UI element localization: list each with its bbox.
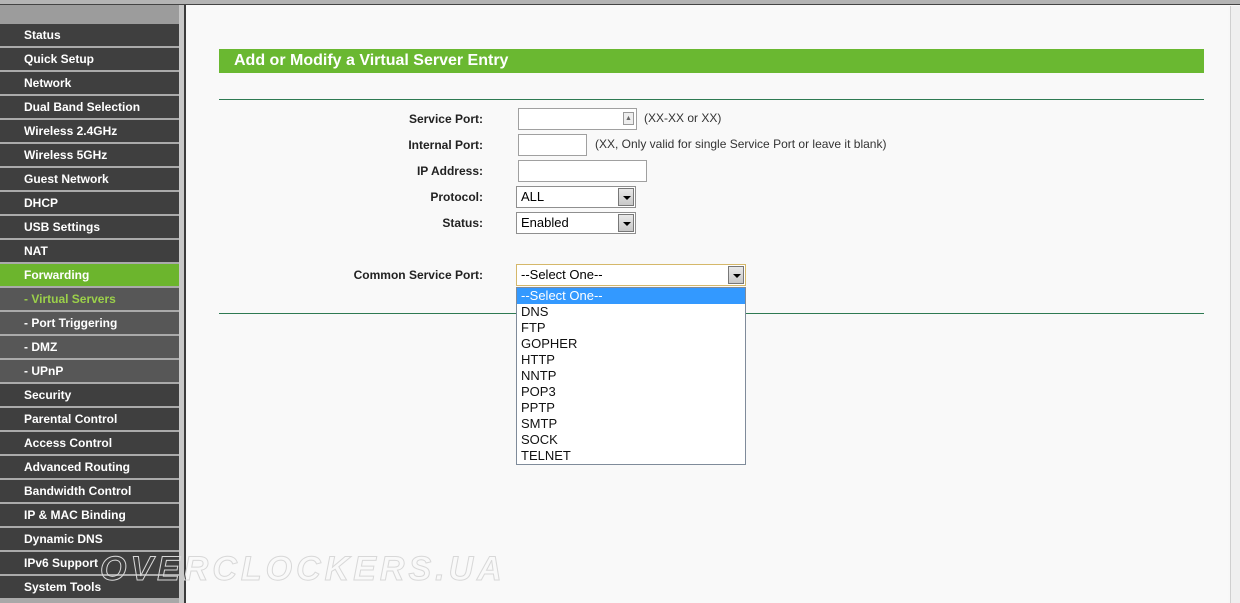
- protocol-value: ALL: [521, 189, 545, 204]
- sidebar-item-access-control[interactable]: Access Control: [0, 432, 181, 456]
- dropdown-option[interactable]: --Select One--: [517, 288, 745, 304]
- protocol-label: Protocol:: [430, 190, 483, 204]
- sidebar-item-nat[interactable]: NAT: [0, 240, 181, 264]
- dropdown-option[interactable]: SMTP: [517, 416, 745, 432]
- sidebar-item-forwarding[interactable]: Forwarding: [0, 264, 181, 288]
- ip-address-label: IP Address:: [416, 164, 483, 178]
- sidebar-header: [0, 5, 184, 24]
- service-port-row: Service Port: ▲ (XX-XX or XX): [188, 108, 1188, 130]
- status-label: Status:: [442, 216, 483, 230]
- common-service-port-dropdown: --Select One-- DNS FTP GOPHER HTTP NNTP POP3 PP…: [516, 287, 746, 465]
- watermark: OVERCLOCKERS.UA: [100, 550, 506, 589]
- sidebar-item-guest-network[interactable]: Guest Network: [0, 168, 181, 192]
- sidebar-item-status[interactable]: Status: [0, 24, 181, 48]
- dropdown-option[interactable]: PPTP: [517, 400, 745, 416]
- sidebar-item-dynamic-dns[interactable]: Dynamic DNS: [0, 528, 181, 552]
- dropdown-option[interactable]: FTP: [517, 320, 745, 336]
- dropdown-option[interactable]: HTTP: [517, 352, 745, 368]
- sidebar-item-dmz[interactable]: - DMZ: [0, 336, 181, 360]
- common-service-port-value: --Select One--: [521, 267, 603, 282]
- chevron-down-icon[interactable]: [618, 188, 634, 206]
- sidebar-item-port-triggering[interactable]: - Port Triggering: [0, 312, 181, 336]
- sidebar-item-quick-setup[interactable]: Quick Setup: [0, 48, 181, 72]
- sidebar-item-usb-settings[interactable]: USB Settings: [0, 216, 181, 240]
- ip-address-row: IP Address:: [188, 160, 1188, 182]
- sidebar-item-dual-band-selection[interactable]: Dual Band Selection: [0, 96, 181, 120]
- divider-top: [219, 99, 1204, 100]
- service-port-input[interactable]: ▲: [518, 108, 637, 130]
- window-top-border: [0, 0, 1240, 5]
- service-port-label: Service Port:: [408, 112, 483, 126]
- internal-port-hint: (XX, Only valid for single Service Port …: [595, 137, 887, 151]
- main-content: Add or Modify a Virtual Server Entry Ser…: [188, 6, 1228, 603]
- protocol-select[interactable]: ALL: [516, 186, 636, 208]
- sidebar-menu-list: Status Quick Setup Network Dual Band Select…: [0, 24, 184, 600]
- common-service-port-label: Common Service Port:: [353, 268, 483, 282]
- sidebar-edge: [179, 5, 184, 603]
- common-service-port-row: Common Service Port: --Select One--: [188, 264, 1188, 286]
- sidebar-item-wireless-2-4ghz[interactable]: Wireless 2.4GHz: [0, 120, 181, 144]
- internal-port-input[interactable]: [518, 134, 587, 156]
- ip-address-input[interactable]: [518, 160, 647, 182]
- sidebar-item-ip-mac-binding[interactable]: IP & MAC Binding: [0, 504, 181, 528]
- page-title: Add or Modify a Virtual Server Entry: [219, 49, 1204, 73]
- protocol-row: Protocol: ALL: [188, 186, 1188, 208]
- sidebar-item-bandwidth-control[interactable]: Bandwidth Control: [0, 480, 181, 504]
- sidebar-item-virtual-servers[interactable]: - Virtual Servers: [0, 288, 181, 312]
- status-value: Enabled: [521, 215, 569, 230]
- dropdown-option[interactable]: NNTP: [517, 368, 745, 384]
- dropdown-option[interactable]: SOCK: [517, 432, 745, 448]
- service-port-hint: (XX-XX or XX): [644, 111, 722, 125]
- dropdown-option[interactable]: GOPHER: [517, 336, 745, 352]
- dropdown-option[interactable]: POP3: [517, 384, 745, 400]
- sidebar-item-security[interactable]: Security: [0, 384, 181, 408]
- common-service-port-select[interactable]: --Select One--: [516, 264, 746, 286]
- internal-port-row: Internal Port: (XX, Only valid for singl…: [188, 134, 1188, 156]
- chevron-down-icon[interactable]: [728, 266, 744, 284]
- sidebar-menu: Status Quick Setup Network Dual Band Select…: [0, 5, 186, 603]
- dropdown-option[interactable]: TELNET: [517, 448, 745, 464]
- sidebar-item-parental-control[interactable]: Parental Control: [0, 408, 181, 432]
- sidebar-item-dhcp[interactable]: DHCP: [0, 192, 181, 216]
- status-select[interactable]: Enabled: [516, 212, 636, 234]
- chevron-down-icon[interactable]: [618, 214, 634, 232]
- sidebar-item-network[interactable]: Network: [0, 72, 181, 96]
- sidebar-item-advanced-routing[interactable]: Advanced Routing: [0, 456, 181, 480]
- internal-port-label: Internal Port:: [408, 138, 483, 152]
- dropdown-option[interactable]: DNS: [517, 304, 745, 320]
- scrollbar[interactable]: [1230, 6, 1240, 603]
- status-row: Status: Enabled: [188, 212, 1188, 234]
- sidebar-item-upnp[interactable]: - UPnP: [0, 360, 181, 384]
- service-port-spinner-icon[interactable]: ▲: [623, 112, 634, 125]
- sidebar-item-wireless-5ghz[interactable]: Wireless 5GHz: [0, 144, 181, 168]
